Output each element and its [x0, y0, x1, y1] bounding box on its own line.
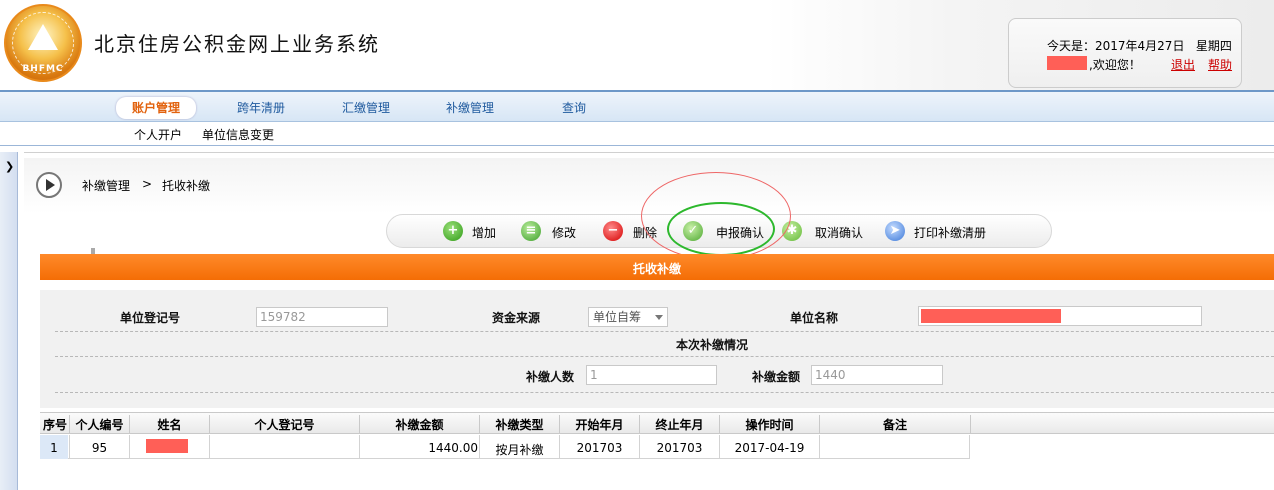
cell-separator — [209, 435, 210, 459]
divider — [55, 356, 1274, 357]
table-header: 序号 个人编号 姓名 个人登记号 补缴金额 补缴类型 开始年月 终止年月 操作时… — [40, 412, 1274, 434]
weekday-label: 星期四 — [1195, 39, 1232, 53]
col-header[interactable]: 序号 — [41, 416, 69, 433]
fund-source-label: 资金来源 — [492, 311, 541, 325]
amount-label: 补缴金额 — [752, 370, 801, 384]
chevron-right-icon: ❯ — [5, 160, 15, 173]
count-input[interactable]: 1 — [586, 365, 717, 385]
sub-nav: 个人开户 单位信息变更 — [0, 122, 1274, 146]
cell-separator — [819, 435, 820, 459]
cell-end: 201703 — [656, 441, 703, 455]
count-label: 补缴人数 — [526, 370, 575, 384]
subnav-unit-info-change[interactable]: 单位信息变更 — [202, 126, 274, 143]
redacted-username — [1047, 56, 1087, 70]
fund-source-select[interactable]: 单位自筹 — [588, 307, 668, 327]
delete-icon[interactable]: − — [603, 221, 623, 241]
print-icon[interactable]: ➤ — [885, 221, 905, 241]
logo-house-icon — [24, 24, 62, 54]
tab-query[interactable]: 查询 — [562, 97, 586, 119]
divider — [55, 392, 1274, 393]
cell-start: 201703 — [576, 441, 623, 455]
edit-button[interactable]: 修改 — [552, 224, 576, 242]
divider — [55, 331, 1274, 332]
annotation-green-circle — [667, 202, 775, 256]
tab-cross-year-roster[interactable]: 跨年清册 — [237, 97, 285, 119]
amount-input[interactable]: 1440 — [811, 365, 943, 385]
fund-source-value: 单位自筹 — [593, 310, 642, 324]
today-label: 今天是：2017年4月27日 — [1047, 39, 1185, 53]
col-header[interactable]: 操作时间 — [720, 416, 819, 433]
play-icon[interactable] — [36, 172, 62, 198]
col-header[interactable]: 补缴金额 — [360, 416, 479, 433]
subnav-personal-account-open[interactable]: 个人开户 — [134, 126, 182, 143]
section-header: 托收补缴 — [40, 254, 1274, 280]
unit-reg-input[interactable]: 159782 — [256, 307, 388, 327]
redacted-unit-name — [921, 309, 1061, 323]
sidebar-toggle[interactable]: ❯ — [0, 152, 18, 490]
section-title: 托收补缴 — [632, 262, 681, 276]
cell-amount: 1440.00 — [428, 441, 478, 455]
user-info-box: 今天是：2017年4月27日 星期四 ,欢迎您！ 退出 帮助 — [1008, 18, 1242, 88]
cell-type: 按月补缴 — [495, 443, 544, 457]
bhfmc-logo: BHFMC — [4, 4, 82, 82]
cell-person-id: 95 — [91, 441, 108, 455]
unit-name-label: 单位名称 — [790, 311, 839, 325]
col-header[interactable]: 开始年月 — [560, 416, 639, 433]
col-separator — [970, 415, 971, 433]
cancel-confirm-button[interactable]: 取消确认 — [815, 224, 863, 242]
logo-text: BHFMC — [22, 64, 64, 74]
add-button[interactable]: 增加 — [472, 224, 496, 242]
logout-link[interactable]: 退出 — [1171, 56, 1195, 73]
cell-separator — [129, 435, 130, 459]
subsection-title: 本次补缴情况 — [676, 338, 749, 352]
help-link[interactable]: 帮助 — [1208, 56, 1232, 73]
unit-name-input[interactable] — [918, 306, 1202, 326]
edit-icon[interactable]: ≡ — [521, 221, 541, 241]
breadcrumb-level2: 托收补缴 — [162, 179, 211, 193]
main-nav: 账户管理 跨年清册 汇缴管理 补缴管理 查询 — [0, 90, 1274, 122]
breadcrumb-separator: > — [142, 177, 153, 191]
cell-op-time: 2017-04-19 — [734, 441, 805, 455]
chevron-down-icon — [655, 315, 663, 320]
tab-remittance-management[interactable]: 汇缴管理 — [342, 97, 390, 119]
col-header[interactable]: 备注 — [820, 416, 970, 433]
col-header[interactable]: 个人编号 — [70, 416, 129, 433]
tab-account-management[interactable]: 账户管理 — [116, 97, 197, 119]
app-header: BHFMC 北京住房公积金网上业务系统 今天是：2017年4月27日 星期四 ,… — [0, 0, 1274, 90]
col-header[interactable]: 终止年月 — [640, 416, 719, 433]
cell-no: 1 — [50, 441, 58, 455]
unit-reg-label: 单位登记号 — [120, 311, 181, 325]
breadcrumb-level1: 补缴管理 — [82, 179, 131, 193]
col-header[interactable]: 补缴类型 — [480, 416, 559, 433]
date-display: 今天是：2017年4月27日 星期四 — [1047, 37, 1232, 54]
redacted-name — [146, 439, 188, 453]
cell-separator — [969, 435, 970, 459]
print-roster-button[interactable]: 打印补缴清册 — [914, 224, 986, 242]
add-icon[interactable]: + — [443, 221, 463, 241]
system-title: 北京住房公积金网上业务系统 — [94, 32, 380, 56]
tab-supplementary-payment[interactable]: 补缴管理 — [446, 97, 494, 119]
col-header[interactable]: 个人登记号 — [210, 416, 359, 433]
welcome-text: ,欢迎您！ — [1089, 58, 1141, 72]
col-header[interactable]: 姓名 — [130, 416, 209, 433]
